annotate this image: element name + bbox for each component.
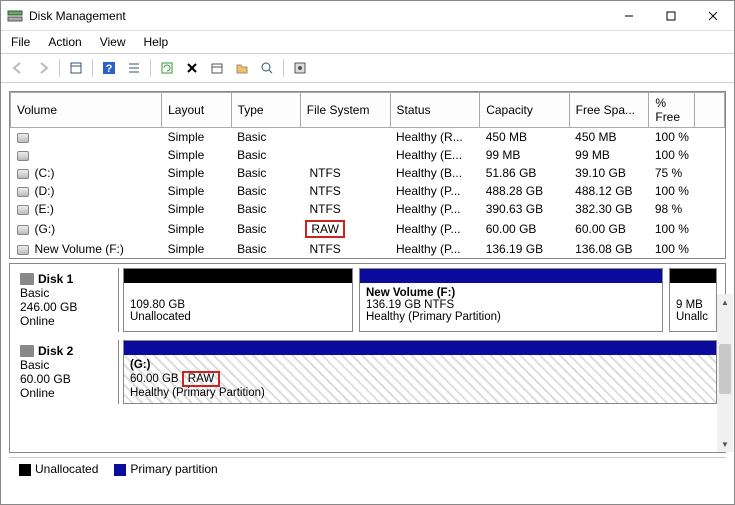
maximize-button[interactable] (650, 1, 692, 31)
disk1-part-9mb[interactable]: 9 MB Unallc (669, 268, 717, 332)
table-row[interactable]: (G:)SimpleBasicRAWHealthy (P...60.00 GB6… (11, 218, 725, 240)
col-fs[interactable]: File System (300, 93, 390, 128)
col-free[interactable]: Free Spa... (569, 93, 649, 128)
menu-file[interactable]: File (11, 35, 30, 49)
col-status[interactable]: Status (390, 93, 480, 128)
search-button[interactable] (256, 57, 278, 79)
menu-action[interactable]: Action (48, 35, 81, 49)
disk1-part-f[interactable]: New Volume (F:) 136.19 GB NTFS Healthy (… (359, 268, 663, 332)
open-button[interactable] (231, 57, 253, 79)
disk2-part-g[interactable]: (G:) 60.00 GB RAW Healthy (Primary Parti… (123, 340, 717, 404)
table-row[interactable]: SimpleBasicHealthy (R...450 MB450 MB100 … (11, 128, 725, 147)
table-row[interactable]: (E:)SimpleBasicNTFSHealthy (P...390.63 G… (11, 200, 725, 218)
menu-view[interactable]: View (100, 35, 126, 49)
disk-graphical-pane[interactable]: Disk 1 Basic 246.00 GB Online 109.80 GB … (9, 263, 726, 453)
disk2-info[interactable]: Disk 2 Basic 60.00 GB Online (14, 340, 119, 404)
delete-button[interactable] (181, 57, 203, 79)
close-button[interactable] (692, 1, 734, 31)
app-icon (7, 8, 23, 24)
settings-button[interactable] (289, 57, 311, 79)
disk1-part-unallocated[interactable]: 109.80 GB Unallocated (123, 268, 353, 332)
refresh-button[interactable] (156, 57, 178, 79)
col-volume[interactable]: Volume (11, 93, 162, 128)
forward-button (32, 57, 54, 79)
table-row[interactable]: (C:)SimpleBasicNTFSHealthy (B...51.86 GB… (11, 164, 725, 182)
menu-help[interactable]: Help (144, 35, 169, 49)
window-title: Disk Management (29, 9, 608, 23)
legend-primary: Primary partition (114, 462, 217, 476)
disk1-info[interactable]: Disk 1 Basic 246.00 GB Online (14, 268, 119, 332)
svg-text:?: ? (106, 63, 113, 75)
list-button[interactable] (123, 57, 145, 79)
table-row[interactable]: SimpleBasicHealthy (E...99 MB99 MB100 % (11, 146, 725, 164)
up-button[interactable] (65, 57, 87, 79)
col-type[interactable]: Type (231, 93, 300, 128)
col-capacity[interactable]: Capacity (480, 93, 569, 128)
col-layout[interactable]: Layout (162, 93, 231, 128)
properties-button[interactable] (206, 57, 228, 79)
scrollbar[interactable]: ▲▼ (717, 294, 733, 452)
help-button[interactable]: ? (98, 57, 120, 79)
raw-highlight: RAW (182, 371, 220, 387)
col-pct[interactable]: % Free (649, 93, 695, 128)
table-row[interactable]: New Volume (F:)SimpleBasicNTFSHealthy (P… (11, 240, 725, 258)
volume-table[interactable]: Volume Layout Type File System Status Ca… (10, 92, 725, 258)
table-row[interactable]: (D:)SimpleBasicNTFSHealthy (P...488.28 G… (11, 182, 725, 200)
back-button (7, 57, 29, 79)
legend-unallocated: Unallocated (19, 462, 98, 476)
minimize-button[interactable] (608, 1, 650, 31)
